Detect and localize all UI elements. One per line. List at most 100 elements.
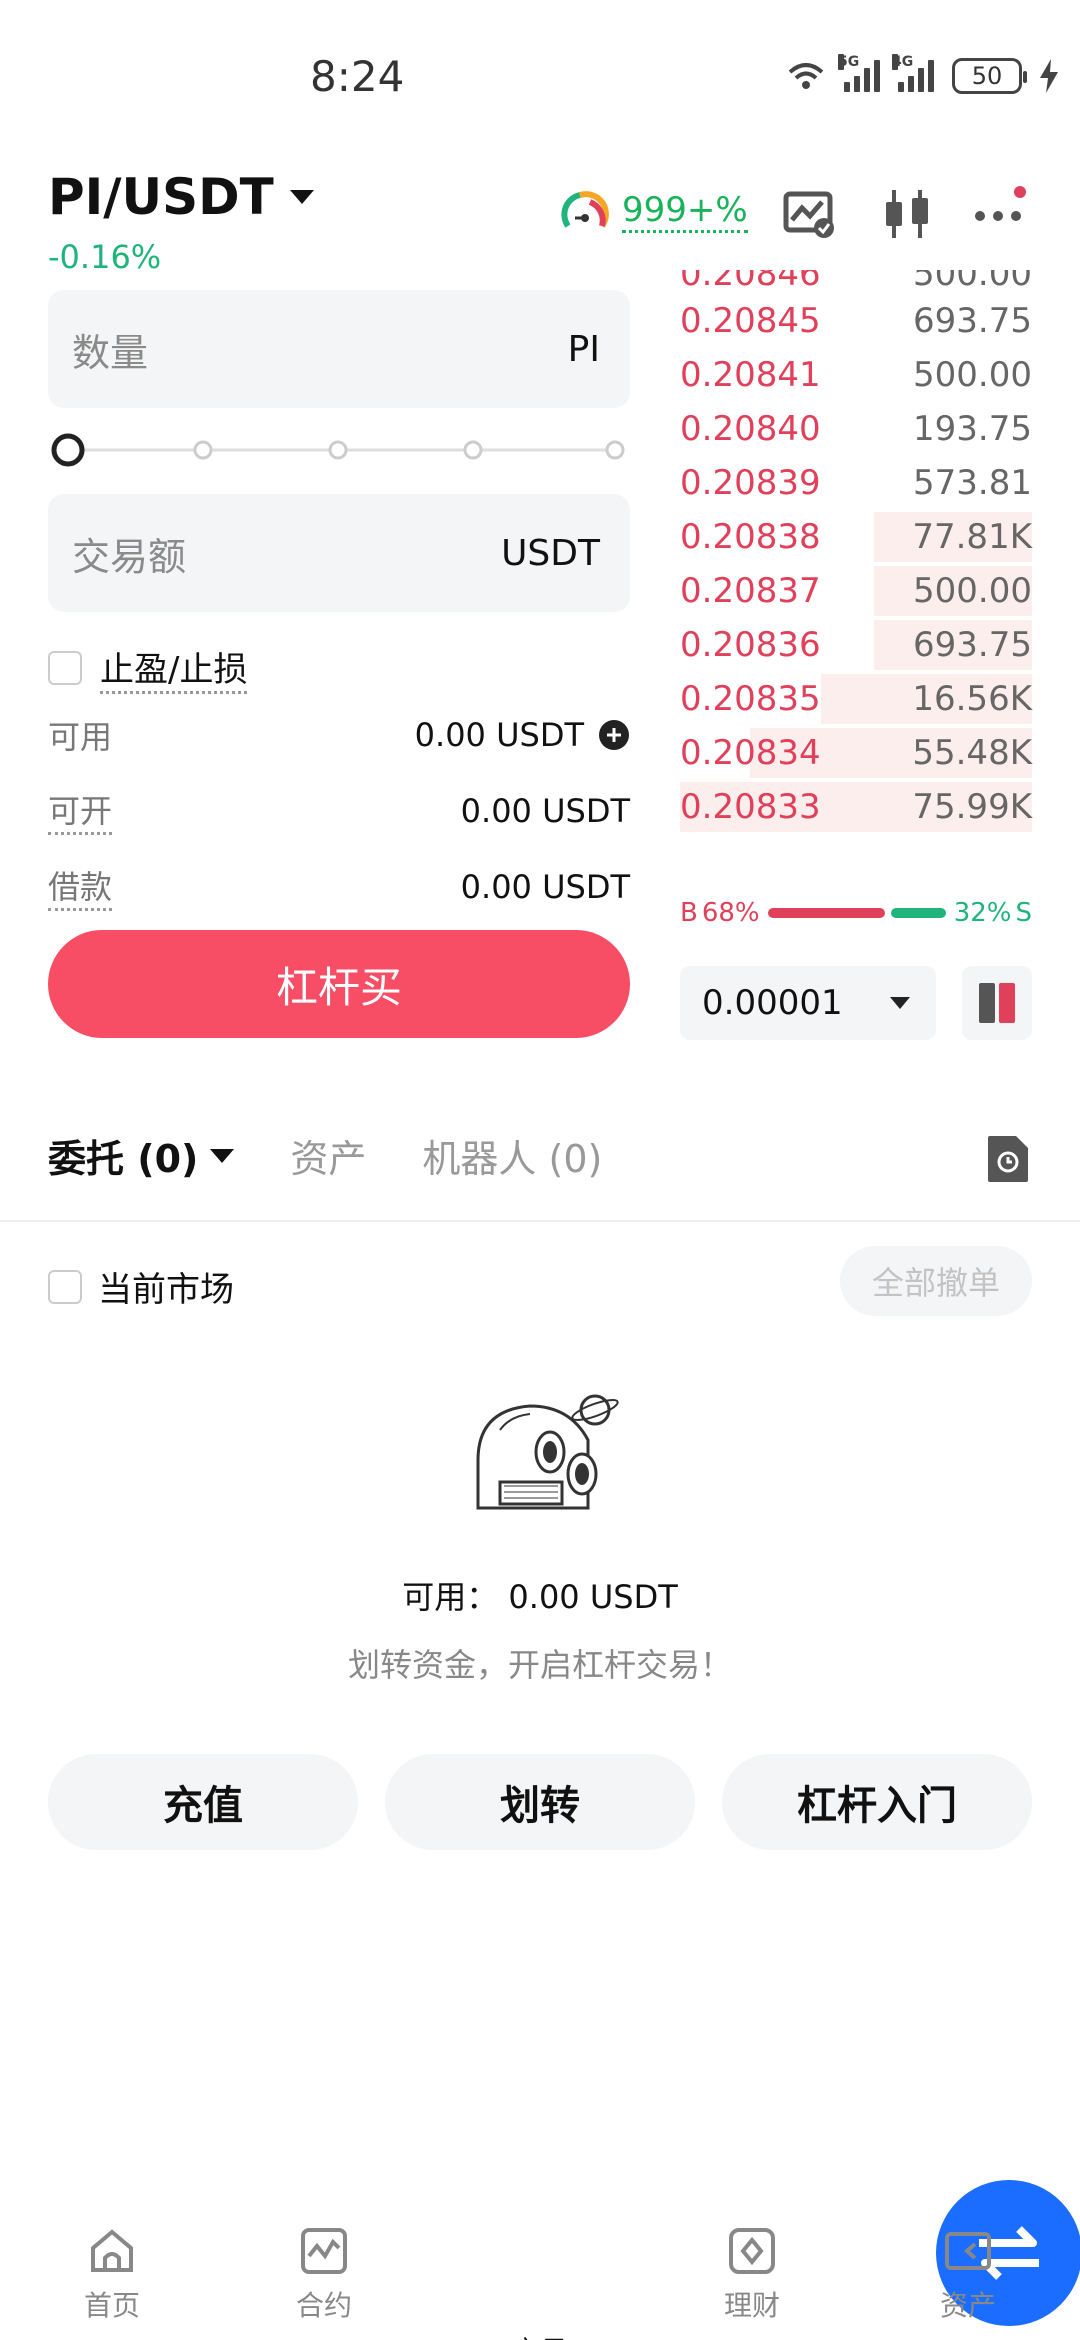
current-market-filter[interactable]: 当前市场: [48, 1262, 234, 1311]
ask-price: 0.20835: [680, 679, 821, 719]
tab-orders[interactable]: 委托 (0): [48, 1128, 235, 1183]
add-circle-icon[interactable]: [598, 719, 630, 751]
nav-home[interactable]: 首页: [42, 2226, 182, 2324]
chart-check-icon[interactable]: [782, 186, 838, 242]
buy-ratio-label: B: [680, 898, 698, 928]
book-layout-button[interactable]: [962, 966, 1032, 1040]
ask-price: 0.20840: [680, 409, 821, 449]
cancel-all-button[interactable]: 全部撤单: [840, 1246, 1032, 1316]
openable-row: 可开 0.00 USDT: [48, 786, 630, 835]
trade-amount-field[interactable]: 交易额 USDT: [48, 494, 630, 612]
ask-quantity: 500.00: [913, 571, 1032, 611]
openable-key[interactable]: 可开: [48, 786, 113, 835]
wallet-icon: [945, 2232, 991, 2270]
ask-price: 0.20838: [680, 517, 821, 557]
home-icon: [91, 2229, 133, 2272]
tab-bots[interactable]: 机器人 (0): [422, 1128, 602, 1183]
signal-5g-icon: 5G: [838, 54, 880, 92]
borrow-row: 借款 0.00 USDT: [48, 862, 630, 911]
signal-4g-icon: 4G: [892, 54, 934, 92]
order-book-row[interactable]: 0.20835 16.56K: [680, 672, 1032, 726]
tab-orders-label: 委托 (0): [48, 1137, 199, 1181]
net-type-label-2: 4G: [892, 54, 914, 70]
net-type-label: 5G: [838, 54, 860, 70]
nav-futures[interactable]: 合约: [254, 2226, 394, 2324]
amount-slider[interactable]: [48, 432, 630, 468]
ratio-bar: [767, 908, 946, 918]
status-time: 8:24: [310, 52, 405, 101]
order-book-row[interactable]: 0.20846 500.00: [680, 270, 1032, 294]
nav-assets[interactable]: 资产: [898, 2226, 1038, 2324]
nav-trade-label: 交易: [512, 2330, 568, 2340]
ask-price: 0.20839: [680, 463, 821, 503]
sell-ratio: 32% S: [954, 898, 1032, 928]
sentiment-gauge[interactable]: 999+%: [560, 188, 748, 234]
pair-selector[interactable]: PI/USDT: [48, 168, 314, 226]
gauge-value: 999+%: [622, 190, 748, 233]
price-change: -0.16%: [48, 238, 162, 276]
tp-sl-checkbox[interactable]: [48, 651, 82, 685]
battery-icon: 50: [952, 58, 1027, 94]
margin-buy-button[interactable]: 杠杆买: [48, 930, 630, 1038]
futures-icon: [301, 2228, 347, 2274]
chevron-down-icon: [289, 190, 314, 204]
tabs-divider: [0, 1220, 1080, 1222]
quantity-field[interactable]: 数量 PI: [48, 290, 630, 408]
order-book-row[interactable]: 0.20845 693.75: [680, 294, 1032, 348]
order-book-row[interactable]: 0.20840 193.75: [680, 402, 1032, 456]
order-book-row[interactable]: 0.20834 55.48K: [680, 726, 1032, 780]
amount-unit: USDT: [501, 532, 600, 574]
ask-quantity: 55.48K: [912, 733, 1032, 773]
current-market-checkbox[interactable]: [48, 1269, 82, 1304]
order-book-row[interactable]: 0.20839 573.81: [680, 456, 1032, 510]
transfer-hint: 划转资金，开启杠杆交易！: [347, 1646, 732, 1684]
nav-assets-label: 资产: [939, 2289, 996, 2322]
borrow-key[interactable]: 借款: [48, 862, 113, 911]
layout-icon: [979, 983, 1015, 1023]
order-book: 0.20846 500.00 0.20845 693.75 0.20841 500.00 0…: [680, 270, 1032, 834]
available-row: 可用 0.00 USDT: [48, 712, 630, 758]
nav-futures-label: 合约: [295, 2289, 352, 2322]
tp-sl-toggle[interactable]: 止盈/止损: [48, 642, 248, 694]
current-market-label: 当前市场: [98, 1270, 234, 1310]
nav-home-label: 首页: [83, 2289, 140, 2322]
ask-quantity: 573.81: [913, 463, 1032, 503]
sell-ratio-label: S: [1015, 898, 1032, 928]
gauge-icon: [561, 191, 609, 228]
ask-price: 0.20836: [680, 625, 821, 665]
ask-quantity: 16.56K: [912, 679, 1032, 719]
order-book-row[interactable]: 0.20833 75.99K: [680, 780, 1032, 834]
binoculars-illustration: [476, 1394, 619, 1510]
amount-placeholder: 交易额: [72, 534, 187, 579]
deposit-button[interactable]: 充值: [48, 1754, 358, 1850]
quantity-unit: PI: [567, 328, 600, 370]
margin-intro-button[interactable]: 杠杆入门: [722, 1754, 1032, 1850]
tick-size-value: 0.00001: [702, 983, 843, 1023]
ask-quantity: 500.00: [913, 270, 1032, 294]
ask-quantity: 693.75: [913, 301, 1032, 341]
chevron-down-icon: [890, 997, 910, 1009]
tab-assets[interactable]: 资产: [290, 1128, 366, 1183]
order-book-row[interactable]: 0.20837 500.00: [680, 564, 1032, 618]
borrow-value: 0.00 USDT: [460, 867, 630, 906]
order-book-row[interactable]: 0.20838 77.81K: [680, 510, 1032, 564]
buy-ratio-value: 68%: [701, 898, 760, 928]
nav-trade[interactable]: 交易: [470, 2180, 1080, 2340]
transfer-button[interactable]: 划转: [385, 1754, 695, 1850]
order-history-icon[interactable]: [986, 1134, 1030, 1184]
ask-price: 0.20837: [680, 571, 821, 611]
more-icon[interactable]: [972, 186, 1028, 242]
ask-price: 0.20845: [680, 301, 821, 341]
order-book-row[interactable]: 0.20841 500.00: [680, 348, 1032, 402]
ask-price: 0.20834: [680, 733, 821, 773]
candlestick-icon[interactable]: [880, 186, 936, 242]
nav-earn[interactable]: 理财: [682, 2226, 822, 2324]
charging-icon: [1040, 59, 1058, 93]
ratio-bar-buy: [767, 908, 885, 918]
order-book-row[interactable]: 0.20836 693.75: [680, 618, 1032, 672]
buy-ratio: B 68%: [680, 898, 760, 928]
tick-size-select[interactable]: 0.00001: [680, 966, 936, 1040]
ask-price: 0.20833: [680, 787, 821, 827]
ask-quantity: 500.00: [913, 355, 1032, 395]
battery-level: 50: [971, 62, 1003, 90]
